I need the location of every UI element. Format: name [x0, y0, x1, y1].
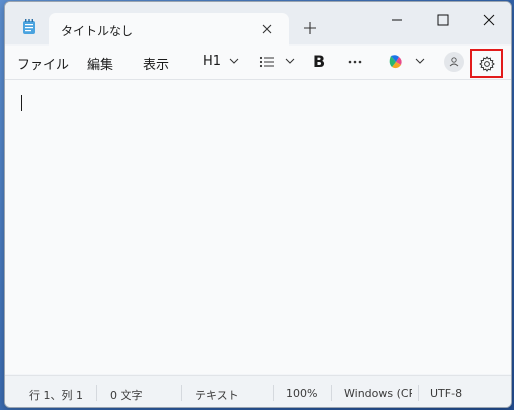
settings-button[interactable] [470, 49, 503, 78]
list-dropdown[interactable] [259, 52, 297, 72]
status-divider [181, 385, 182, 401]
chevron-down-icon [229, 58, 239, 64]
status-divider [96, 385, 97, 401]
list-icon [259, 56, 274, 68]
profile-icon[interactable] [443, 52, 465, 72]
heading-dropdown[interactable]: H1 [203, 52, 241, 72]
menu-view[interactable]: 表示 [143, 54, 169, 73]
title-bar: タイトルなし [5, 2, 511, 46]
bold-button[interactable]: B [313, 52, 331, 72]
format-mode[interactable]: テキスト [195, 387, 239, 403]
tab-title: タイトルなし [61, 24, 134, 38]
notepad-window: タイトルなし ファイル 編集 表示 H1 B 行 1、列 1 0 文字 テキスト… [4, 1, 512, 408]
close-tab-icon[interactable] [257, 19, 277, 39]
maximize-icon[interactable] [420, 8, 466, 32]
line-ending[interactable]: Windows (CRLF) [344, 387, 412, 400]
zoom-level[interactable]: 100% [286, 387, 317, 400]
copilot-icon [389, 55, 402, 69]
status-divider [331, 385, 332, 401]
status-bar: 行 1、列 1 0 文字 テキスト 100% Windows (CRLF) UT… [5, 375, 511, 407]
new-tab-icon[interactable] [302, 20, 318, 36]
more-options-icon[interactable] [345, 52, 365, 72]
close-window-icon[interactable] [466, 8, 511, 32]
menu-file[interactable]: ファイル [17, 54, 69, 73]
cursor-position: 行 1、列 1 [29, 389, 83, 402]
tab-untitled[interactable]: タイトルなし [49, 13, 289, 46]
chevron-down-icon [415, 58, 425, 64]
character-count: 0 文字 [110, 389, 143, 402]
text-cursor [21, 95, 22, 111]
status-divider [418, 385, 419, 401]
status-divider [273, 385, 274, 401]
menu-edit[interactable]: 編集 [87, 54, 113, 73]
heading-label: H1 [203, 54, 222, 69]
minimize-icon[interactable] [374, 8, 420, 32]
encoding[interactable]: UTF-8 [430, 387, 462, 400]
chevron-down-icon [285, 58, 295, 64]
gear-icon [479, 56, 495, 72]
menu-toolbar: ファイル 編集 表示 H1 B [5, 46, 511, 80]
notepad-icon [22, 19, 36, 35]
text-editor[interactable] [5, 80, 511, 374]
copilot-dropdown[interactable] [387, 52, 427, 72]
